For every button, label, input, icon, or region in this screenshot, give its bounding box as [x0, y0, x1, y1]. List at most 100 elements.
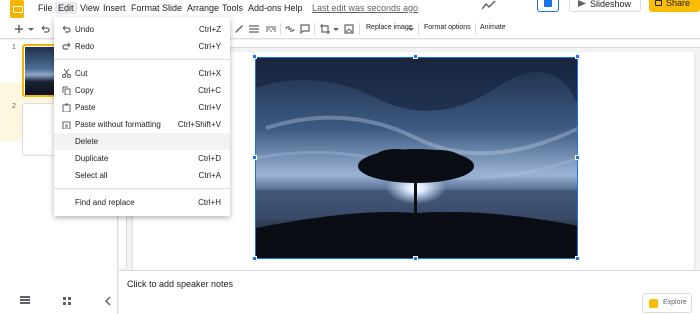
line-weight-icon[interactable]	[249, 24, 259, 34]
menu-item-duplicate[interactable]: Duplicate Ctrl+D	[54, 150, 230, 167]
menu-separator	[54, 59, 230, 60]
slide-number: 2	[12, 103, 16, 110]
selected-image[interactable]	[255, 57, 578, 259]
animate-button[interactable]: Animate	[480, 24, 506, 31]
menu-item-label: Undo	[75, 25, 95, 34]
replace-image-button[interactable]: Replace image	[366, 24, 413, 31]
menu-item-copy[interactable]: Copy Ctrl+C	[54, 82, 230, 99]
toolbar-separator	[280, 23, 281, 35]
resize-handle[interactable]	[575, 54, 580, 59]
paste-icon	[62, 103, 71, 112]
undo-toolbar-icon[interactable]	[40, 24, 50, 34]
resize-handle[interactable]	[252, 256, 257, 261]
comment-icon	[544, 0, 552, 7]
menu-item-label: Redo	[75, 42, 95, 51]
menu-item-label: Paste	[75, 103, 96, 112]
activity-trend-icon[interactable]	[482, 0, 496, 10]
menu-item-shortcut: Ctrl+A	[198, 171, 221, 180]
new-slide-dropdown-icon[interactable]	[28, 24, 34, 34]
menu-view[interactable]: View	[80, 3, 99, 13]
resize-handle[interactable]	[575, 256, 580, 261]
menu-item-cut[interactable]: Cut Ctrl+X	[54, 65, 230, 82]
collapse-panel-icon[interactable]	[104, 296, 112, 306]
menu-item-paste[interactable]: Paste Ctrl+V	[54, 99, 230, 116]
redo-icon	[62, 42, 71, 50]
toolbar-separator	[314, 23, 315, 35]
menu-file[interactable]: File	[38, 3, 53, 13]
menu-item-paste-without-formatting[interactable]: Paste without formatting Ctrl+Shift+V	[54, 116, 230, 133]
slideshow-button[interactable]: Slideshow	[569, 0, 641, 12]
menu-item-label: Delete	[75, 137, 99, 146]
line-dash-icon[interactable]	[266, 24, 276, 34]
filmstrip-view-icon[interactable]	[62, 296, 72, 306]
crop-icon[interactable]	[320, 24, 330, 34]
menu-item-label: Cut	[75, 69, 88, 78]
menu-tools[interactable]: Tools	[222, 3, 243, 13]
share-label: Share	[666, 0, 691, 8]
menu-item-shortcut: Ctrl+C	[198, 86, 221, 95]
resize-handle[interactable]	[413, 54, 418, 59]
menu-item-label: Find and replace	[75, 198, 135, 207]
slides-logo-icon[interactable]	[10, 0, 24, 18]
resize-handle[interactable]	[413, 256, 418, 261]
toolbar-separator	[475, 23, 476, 35]
edit-menu-dropdown: Undo Ctrl+Z Redo Ctrl+Y Cut Ctrl+X Copy …	[54, 17, 230, 216]
menu-separator	[54, 188, 230, 189]
slideshow-label: Slideshow	[590, 0, 632, 9]
copy-icon	[62, 86, 71, 95]
speaker-notes[interactable]: Click to add speaker notes Explore	[119, 270, 700, 314]
slides-app: File Edit View Insert Format Slide Arran…	[0, 0, 700, 314]
resize-handle[interactable]	[575, 155, 580, 160]
menu-item-find-and-replace[interactable]: Find and replace Ctrl+H	[54, 194, 230, 211]
tree-landscape-image	[256, 58, 577, 258]
menu-item-label: Paste without formatting	[75, 120, 161, 129]
link-icon[interactable]	[285, 24, 295, 34]
pen-icon[interactable]	[234, 24, 244, 34]
new-slide-icon[interactable]	[14, 24, 24, 34]
menu-item-label: Duplicate	[75, 154, 109, 163]
menu-arrange[interactable]: Arrange	[187, 3, 219, 13]
replace-image-dropdown-icon[interactable]	[408, 24, 414, 34]
menu-help[interactable]: Help	[284, 3, 303, 13]
crop-dropdown-icon[interactable]	[333, 24, 339, 34]
menu-format[interactable]: Format	[131, 3, 160, 13]
explore-button[interactable]: Explore	[642, 293, 692, 313]
menu-item-undo[interactable]: Undo Ctrl+Z	[54, 21, 230, 38]
slide-number: 1	[12, 44, 16, 51]
menu-edit[interactable]: Edit	[55, 2, 77, 14]
menu-item-shortcut: Ctrl+Y	[198, 42, 221, 51]
resize-handle[interactable]	[252, 155, 257, 160]
toolbar-separator	[359, 23, 360, 35]
menu-item-shortcut: Ctrl+Z	[199, 25, 221, 34]
menu-item-delete[interactable]: Delete	[54, 133, 230, 150]
lock-icon	[655, 0, 662, 6]
undo-icon	[62, 25, 71, 33]
menu-insert[interactable]: Insert	[103, 3, 126, 13]
comment-add-icon[interactable]	[300, 24, 310, 34]
share-button[interactable]: Share	[649, 0, 700, 12]
menu-item-redo[interactable]: Redo Ctrl+Y	[54, 38, 230, 55]
menu-item-shortcut: Ctrl+Shift+V	[177, 120, 221, 129]
reset-image-icon[interactable]	[344, 24, 354, 34]
resize-handle[interactable]	[252, 54, 257, 59]
toolbar-separator	[418, 23, 419, 35]
menu-slide[interactable]: Slide	[162, 3, 182, 13]
menu-item-label: Select all	[75, 171, 108, 180]
play-icon	[578, 0, 586, 7]
last-edit-link[interactable]: Last edit was seconds ago	[312, 3, 418, 13]
format-options-button[interactable]: Format options	[424, 24, 471, 31]
menu-addons[interactable]: Add-ons	[248, 3, 282, 13]
paste-plain-icon	[62, 121, 71, 129]
menu-item-shortcut: Ctrl+V	[198, 103, 221, 112]
menu-item-shortcut: Ctrl+X	[198, 69, 221, 78]
explore-label: Explore	[663, 299, 687, 306]
menu-item-label: Copy	[75, 86, 94, 95]
cut-icon	[62, 69, 71, 78]
menu-item-select-all[interactable]: Select all Ctrl+A	[54, 167, 230, 184]
explore-icon	[649, 299, 658, 308]
menu-item-shortcut: Ctrl+D	[198, 154, 221, 163]
grid-view-icon[interactable]	[20, 296, 30, 306]
present-options-button[interactable]	[537, 0, 559, 12]
menu-item-shortcut: Ctrl+H	[198, 198, 221, 207]
speaker-notes-placeholder[interactable]: Click to add speaker notes	[127, 279, 233, 289]
